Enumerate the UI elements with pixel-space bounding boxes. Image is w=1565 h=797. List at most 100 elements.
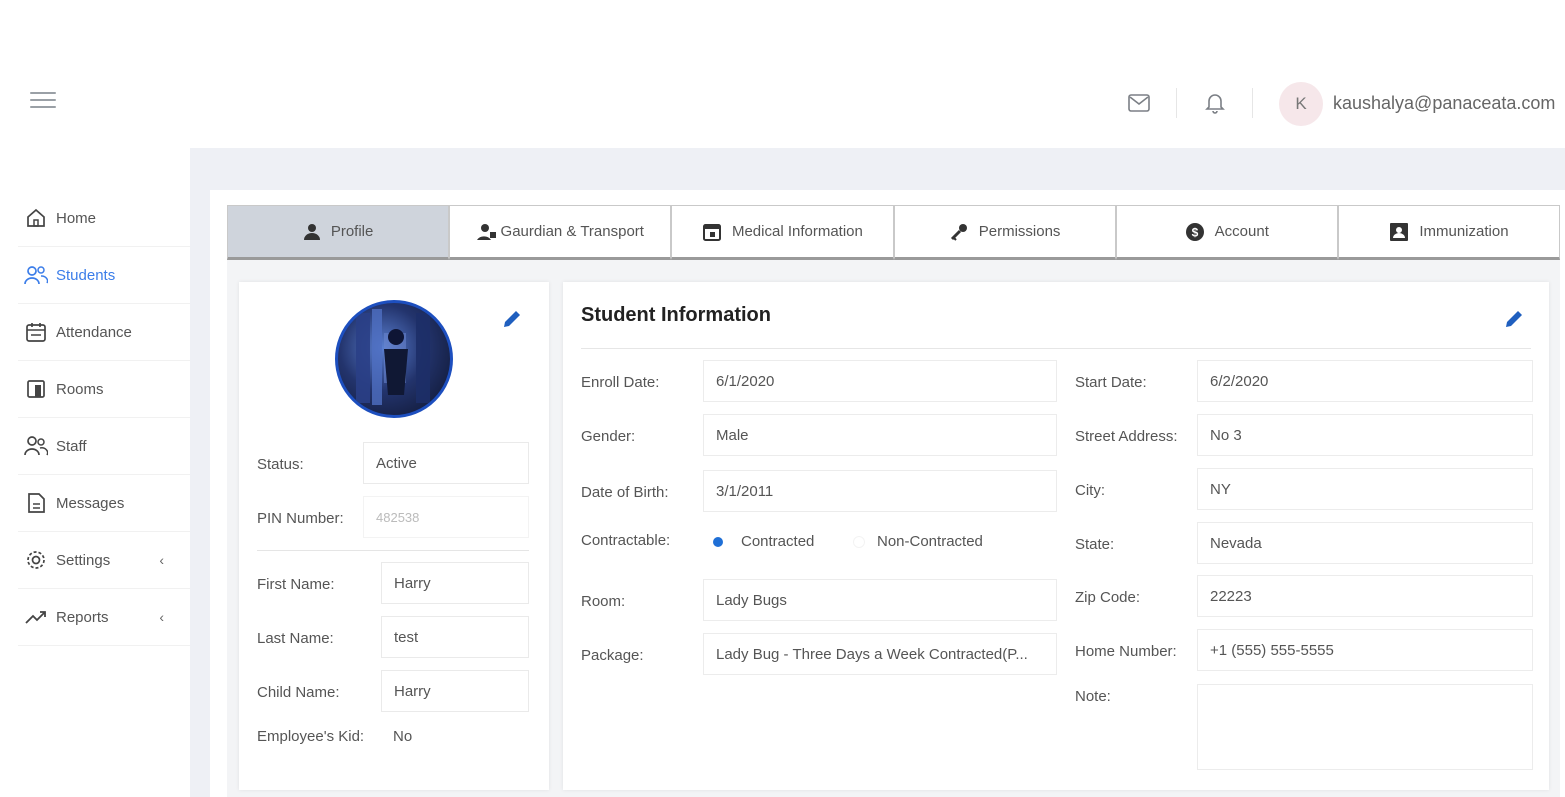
radio-selected-icon [713, 536, 723, 547]
card-title: Student Information [581, 304, 771, 326]
zip-code-field[interactable]: 22223 [1197, 575, 1533, 617]
enroll-date-label: Enroll Date: [581, 374, 660, 391]
calendar-icon [24, 320, 48, 344]
tab-label: Immunization [1419, 223, 1509, 240]
tab-content-profile: Status: Active PIN Number: 482538 First … [227, 260, 1560, 797]
avatar[interactable]: K [1279, 82, 1323, 126]
sidebar-item-staff[interactable]: Staff [18, 418, 190, 475]
gender-label: Gender: [581, 428, 636, 445]
radio-non-contracted[interactable]: Non-Contracted [853, 533, 983, 550]
divider [257, 550, 529, 551]
tab-medical-information[interactable]: Medical Information [671, 205, 894, 260]
first-name-field[interactable]: Harry [381, 562, 529, 604]
user-icon [303, 223, 321, 241]
bell-icon[interactable] [1202, 90, 1228, 116]
employee-kid-value: No [393, 728, 413, 745]
tab-label: Gaurdian & Transport [500, 223, 644, 240]
tab-profile[interactable]: Profile [227, 205, 450, 260]
tab-label: Medical Information [731, 223, 863, 240]
top-header: K kaushalya@panaceata.com [0, 0, 1565, 148]
tab-permissions[interactable]: Permissions [893, 205, 1116, 260]
sidebar-item-messages[interactable]: Messages [18, 475, 190, 532]
student-information-card: Student Information Enroll Date: 6/1/202… [563, 282, 1549, 790]
calendar-icon [702, 222, 722, 242]
room-field[interactable]: Lady Bugs [703, 579, 1057, 621]
package-field[interactable]: Lady Bug - Three Days a Week Contracted(… [703, 633, 1057, 675]
document-icon [24, 491, 48, 515]
sidebar-item-home[interactable]: Home [18, 190, 190, 247]
sidebar: Home Students Attendance Rooms Staff Mes… [18, 148, 190, 797]
dollar-icon: $ [1185, 222, 1205, 242]
users-icon [24, 263, 48, 287]
enroll-date-field[interactable]: 6/1/2020 [703, 360, 1057, 402]
sidebar-item-label: Staff [56, 437, 87, 455]
gear-icon [24, 548, 48, 572]
door-icon [24, 377, 48, 401]
status-label: Status: [257, 456, 304, 473]
tab-immunization[interactable]: Immunization [1337, 205, 1561, 260]
sidebar-item-attendance[interactable]: Attendance [18, 304, 190, 361]
state-label: State: [1075, 536, 1115, 553]
employee-kid-label: Employee's Kid: [257, 728, 365, 745]
sidebar-item-label: Rooms [56, 380, 104, 398]
street-address-field[interactable]: No 3 [1197, 414, 1533, 456]
home-number-field[interactable]: +1 (555) 555-5555 [1197, 629, 1533, 671]
gender-field[interactable]: Male [703, 414, 1057, 456]
menu-toggle-icon[interactable] [30, 92, 56, 112]
main-content: Profile Gaurdian & Transport Medical Inf… [190, 148, 1565, 797]
package-label: Package: [581, 647, 644, 664]
chevron-left-icon[interactable]: ‹ [159, 609, 164, 625]
sidebar-item-rooms[interactable]: Rooms [18, 361, 190, 418]
trend-icon [24, 605, 48, 629]
tab-guardian-transport[interactable]: Gaurdian & Transport [449, 205, 672, 260]
header-divider [1176, 88, 1177, 118]
start-date-label: Start Date: [1075, 374, 1147, 391]
sidebar-item-label: Students [56, 266, 116, 284]
tab-account[interactable]: $ Account [1115, 205, 1338, 260]
status-field[interactable]: Active [363, 442, 529, 484]
tab-label: Permissions [978, 223, 1061, 240]
city-field[interactable]: NY [1197, 468, 1533, 510]
note-textarea[interactable] [1197, 684, 1533, 770]
note-label: Note: [1075, 688, 1111, 705]
title-divider [581, 348, 1531, 349]
start-date-field[interactable]: 6/2/2020 [1197, 360, 1533, 402]
svg-text:$: $ [1191, 225, 1198, 239]
chevron-left-icon[interactable]: ‹ [159, 552, 164, 568]
sidebar-item-label: Reports [56, 608, 109, 626]
home-number-label: Home Number: [1075, 643, 1177, 660]
sidebar-item-settings[interactable]: Settings ‹ [18, 532, 190, 589]
sidebar-item-label: Attendance [56, 323, 132, 341]
edit-student-info-icon[interactable] [1503, 308, 1525, 335]
key-icon [949, 223, 969, 241]
profile-card: Status: Active PIN Number: 482538 First … [239, 282, 549, 790]
edit-profile-photo-icon[interactable] [501, 308, 523, 335]
sidebar-item-students[interactable]: Students [18, 247, 190, 304]
pin-number-field[interactable]: 482538 [363, 496, 529, 538]
radio-label: Non-Contracted [877, 533, 983, 550]
sidebar-item-label: Messages [56, 494, 125, 512]
date-of-birth-field[interactable]: 3/1/2011 [703, 470, 1057, 512]
sidebar-item-reports[interactable]: Reports ‹ [18, 589, 190, 646]
sidebar-item-label: Home [56, 209, 97, 227]
student-photo[interactable] [335, 300, 453, 418]
last-name-field[interactable]: test [381, 616, 529, 658]
pin-number-label: PIN Number: [257, 510, 344, 527]
tab-bar: Profile Gaurdian & Transport Medical Inf… [227, 205, 1561, 260]
contractable-label: Contractable: [581, 532, 671, 549]
mail-icon[interactable] [1126, 90, 1152, 116]
last-name-label: Last Name: [257, 630, 334, 647]
user-email[interactable]: kaushalya@panaceata.com [1333, 93, 1555, 114]
staff-icon [24, 434, 48, 458]
date-of-birth-label: Date of Birth: [581, 484, 669, 501]
zip-code-label: Zip Code: [1075, 589, 1141, 606]
first-name-label: First Name: [257, 576, 335, 593]
street-address-label: Street Address: [1075, 428, 1178, 445]
header-divider [1252, 88, 1253, 118]
guardian-icon [476, 223, 497, 241]
state-field[interactable]: Nevada [1197, 522, 1533, 564]
tab-label: Account [1214, 223, 1269, 240]
radio-label: Contracted [741, 533, 815, 550]
radio-contracted[interactable]: Contracted [713, 533, 814, 550]
child-name-field[interactable]: Harry [381, 670, 529, 712]
